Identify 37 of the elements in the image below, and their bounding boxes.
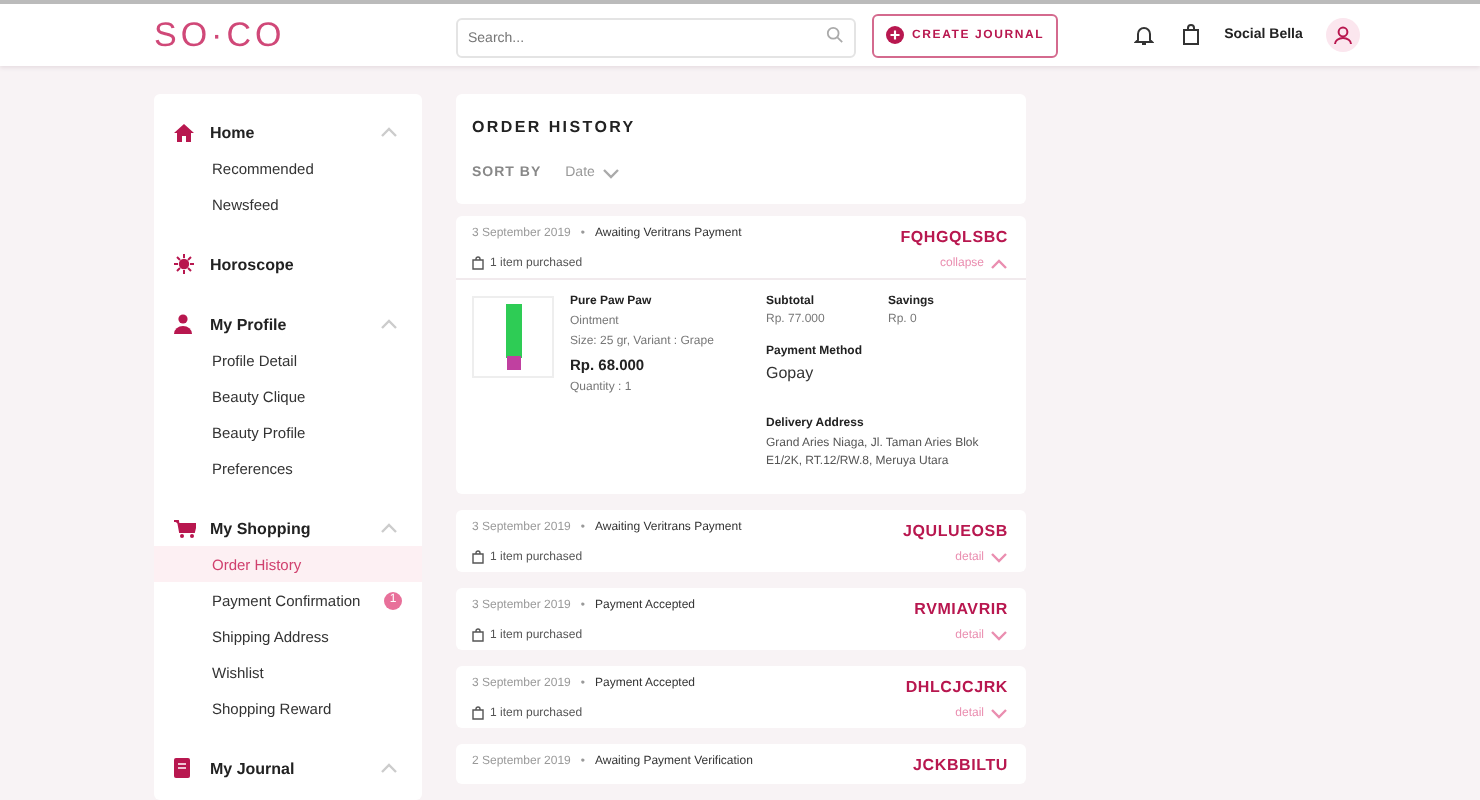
chevron-icon[interactable] bbox=[380, 318, 398, 330]
order-code[interactable]: JCKBBILTU bbox=[913, 756, 1008, 774]
nav-section-label[interactable]: Horoscope bbox=[210, 255, 398, 273]
chevron-icon[interactable] bbox=[380, 126, 398, 138]
nav-section-label[interactable]: My Journal bbox=[210, 759, 380, 777]
nav-section-label[interactable]: Home bbox=[210, 123, 380, 141]
shopping-bag-icon bbox=[472, 706, 484, 720]
page-title: ORDER HISTORY bbox=[472, 118, 638, 136]
order-code[interactable]: DHLCJCJRK bbox=[905, 678, 1008, 696]
search-icon bbox=[826, 26, 844, 44]
nav-section-label[interactable]: My Profile bbox=[210, 315, 380, 333]
tube-drawing bbox=[503, 304, 523, 370]
shopping-bag-icon bbox=[472, 550, 484, 564]
shopping-bag-icon bbox=[472, 628, 484, 642]
order-code[interactable]: RVMIAVRIR bbox=[914, 600, 1008, 618]
person-icon bbox=[174, 314, 192, 334]
order-code[interactable]: FQHGQLSBC bbox=[900, 228, 1008, 246]
chevron-icon[interactable] bbox=[990, 630, 1008, 642]
chevron-icon[interactable] bbox=[380, 522, 398, 534]
chevron-icon[interactable] bbox=[990, 708, 1008, 720]
avatar-icon[interactable] bbox=[1326, 18, 1361, 52]
home-icon bbox=[174, 123, 194, 141]
nav-section-label[interactable]: My Shopping bbox=[210, 519, 380, 537]
order-code[interactable]: JQULUEOSB bbox=[903, 522, 1008, 540]
bell-icon[interactable] bbox=[1134, 24, 1155, 46]
chevron-icon[interactable] bbox=[990, 552, 1008, 564]
shopping-bag-icon[interactable] bbox=[1182, 24, 1201, 46]
logo[interactable]: SO·CO bbox=[154, 15, 456, 55]
chevron-icon[interactable] bbox=[380, 762, 398, 774]
journal-icon bbox=[174, 758, 190, 778]
cart-icon bbox=[174, 519, 196, 537]
chevron-icon[interactable] bbox=[602, 167, 621, 179]
payment-method-value: Gopay bbox=[766, 364, 816, 382]
shopping-bag-icon bbox=[472, 256, 484, 270]
sun-icon bbox=[174, 254, 194, 274]
plus-icon bbox=[886, 26, 904, 44]
chevron-icon[interactable] bbox=[990, 258, 1008, 270]
